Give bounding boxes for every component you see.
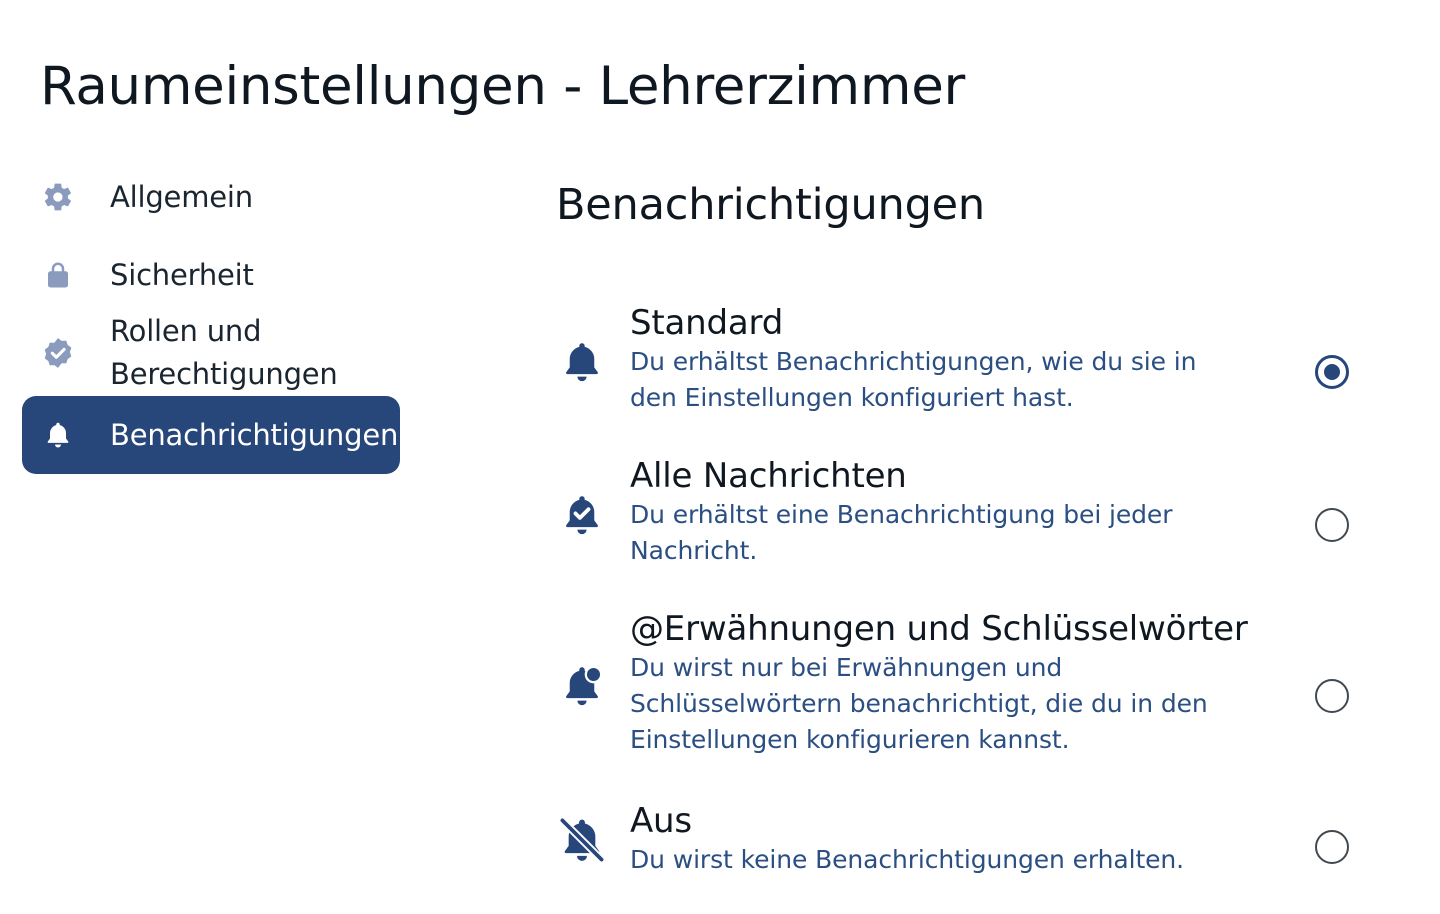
option-text: @Erwähnungen und Schlüsselwörter Du wirs… — [630, 608, 1250, 758]
bell-icon — [40, 417, 76, 453]
sidebar-item-label: Benachrichtigungen — [110, 417, 399, 452]
bell-icon — [556, 336, 608, 388]
radio-aus[interactable] — [1315, 830, 1349, 864]
bell-off-icon — [556, 814, 608, 866]
verified-badge-icon — [40, 335, 76, 371]
sidebar-item-label: Sicherheit — [110, 257, 254, 292]
section-title: Benachrichtigungen — [556, 180, 985, 230]
option-aus[interactable]: Aus Du wirst keine Benachrichtigungen er… — [556, 800, 1386, 890]
option-description: Du erhältst eine Benachrichtigung bei je… — [630, 500, 1173, 565]
option-standard[interactable]: Standard Du erhältst Benachrichtigungen,… — [556, 302, 1386, 422]
settings-page: Raumeinstellungen - Lehrerzimmer Allgeme… — [0, 0, 1440, 914]
option-text: Aus Du wirst keine Benachrichtigungen er… — [630, 800, 1250, 878]
bell-dot-icon — [556, 660, 608, 712]
option-title: Alle Nachrichten — [630, 456, 907, 496]
sidebar-item-allgemein[interactable]: Allgemein — [22, 158, 400, 236]
option-text: Standard Du erhältst Benachrichtigungen,… — [630, 302, 1250, 416]
option-description: Du wirst nur bei Erwähnungen und Schlüss… — [630, 653, 1208, 754]
option-title: @Erwähnungen und Schlüsselwörter — [630, 609, 1248, 649]
sidebar-item-label: Rollen und Berechtigungen — [110, 314, 338, 391]
option-erwaehnungen[interactable]: @Erwähnungen und Schlüsselwörter Du wirs… — [556, 608, 1386, 768]
sidebar-item-sicherheit[interactable]: Sicherheit — [22, 236, 400, 314]
option-alle-nachrichten[interactable]: Alle Nachrichten Du erhältst eine Benach… — [556, 455, 1386, 575]
radio-alle-nachrichten[interactable] — [1315, 508, 1349, 542]
option-description: Du wirst keine Benachrichtigungen erhalt… — [630, 845, 1185, 874]
radio-standard[interactable] — [1315, 355, 1349, 389]
notifications-panel: Benachrichtigungen Standard Du erhältst … — [556, 180, 1386, 874]
option-description: Du erhältst Benachrichtigungen, wie du s… — [630, 347, 1197, 412]
sidebar-item-label: Allgemein — [110, 179, 253, 214]
lock-icon — [40, 257, 76, 293]
sidebar-item-benachrichtigungen[interactable]: Benachrichtigungen — [22, 396, 400, 474]
option-title: Aus — [630, 801, 692, 841]
gear-icon — [40, 179, 76, 215]
page-title: Raumeinstellungen - Lehrerzimmer — [40, 56, 965, 117]
option-text: Alle Nachrichten Du erhältst eine Benach… — [630, 455, 1250, 569]
settings-sidebar: Allgemein Sicherheit Rollen und Berechti… — [22, 158, 400, 474]
bell-check-icon — [556, 489, 608, 541]
radio-erwaehnungen[interactable] — [1315, 679, 1349, 713]
sidebar-item-rollen[interactable]: Rollen und Berechtigungen — [22, 310, 400, 396]
option-title: Standard — [630, 303, 784, 343]
